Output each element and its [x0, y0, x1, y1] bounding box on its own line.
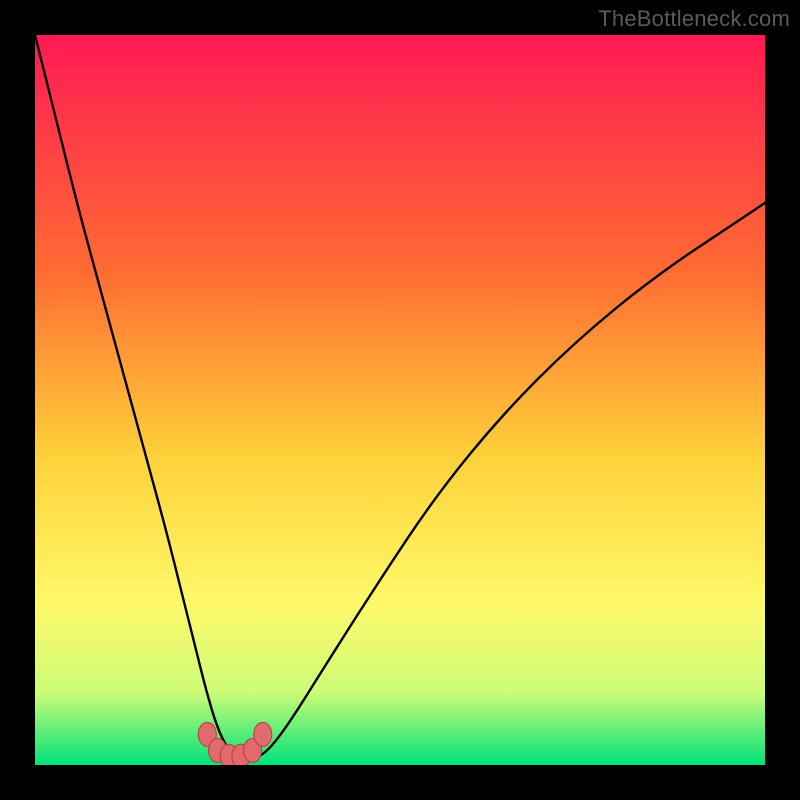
plot-area [35, 35, 765, 765]
chart-frame: TheBottleneck.com [0, 0, 800, 800]
bottom-marker-cluster [198, 722, 271, 765]
bottleneck-curve [35, 35, 765, 761]
curve-layer [35, 35, 765, 765]
watermark-text: TheBottleneck.com [598, 6, 790, 32]
curve-marker [254, 722, 272, 746]
